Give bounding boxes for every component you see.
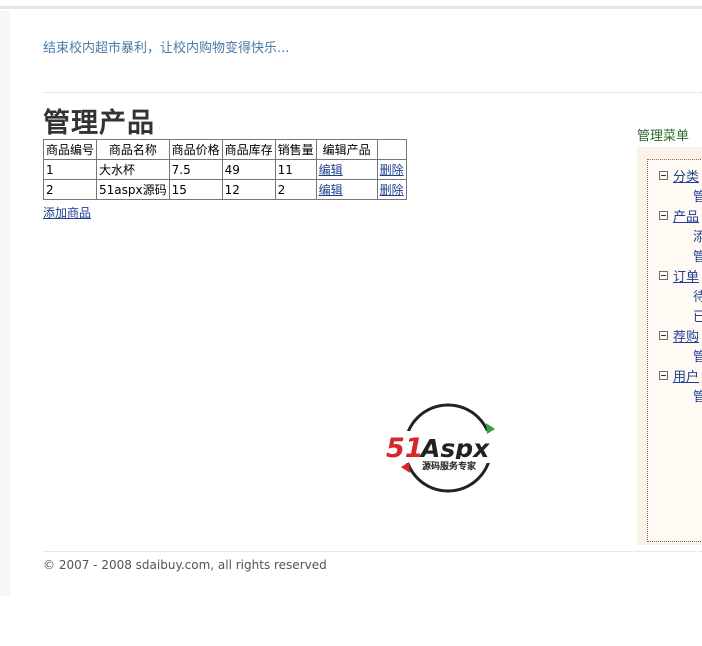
sidebar-group-label[interactable]: 分类 <box>673 170 699 185</box>
sidebar-group-user[interactable]: 用户 <box>659 366 699 385</box>
sidebar-group-order[interactable]: 订单 <box>659 266 699 285</box>
cell-id: 2 <box>42 179 98 200</box>
copyright: © 2007 - 2008 sdaibuy.com, all rights re… <box>43 558 327 572</box>
collapse-icon[interactable] <box>659 171 668 180</box>
cell-delete: 删除 <box>376 159 407 180</box>
col-header-price: 商品价格 <box>168 139 223 160</box>
edit-link[interactable]: 编辑 <box>319 163 343 177</box>
sidebar-item-recommend-manage[interactable]: 管 <box>693 346 702 365</box>
col-header-sales: 销售量 <box>274 139 317 160</box>
page-left-margin <box>0 11 10 596</box>
delete-link[interactable]: 删除 <box>380 163 404 177</box>
collapse-icon[interactable] <box>659 331 668 340</box>
sidebar-item-product-manage[interactable]: 管 <box>693 246 702 265</box>
cell-price: 7.5 <box>168 159 223 180</box>
cell-name: 51aspx源码 <box>96 179 170 200</box>
sidebar-item-product-add[interactable]: 添 <box>693 226 702 245</box>
delete-link[interactable]: 删除 <box>380 183 404 197</box>
logo-slogan: 源码服务专家 <box>422 460 477 472</box>
sidebar-item-order-pending[interactable]: 待 <box>693 286 702 305</box>
col-header-name: 商品名称 <box>96 139 170 160</box>
page-container <box>10 11 702 596</box>
table-row: 2 51aspx源码 15 12 2 编辑 删除 <box>42 179 407 200</box>
col-header-id: 商品编号 <box>42 139 98 160</box>
table-header-row: 商品编号 商品名称 商品价格 商品库存 销售量 编辑产品 <box>42 139 407 160</box>
edit-link[interactable]: 编辑 <box>319 183 343 197</box>
cell-edit: 编辑 <box>315 159 378 180</box>
cell-price: 15 <box>168 179 223 200</box>
add-product-link[interactable]: 添加商品 <box>43 204 91 221</box>
sidebar-group-label[interactable]: 订单 <box>673 270 699 285</box>
cell-sales: 2 <box>274 179 317 200</box>
cell-stock: 49 <box>221 159 276 180</box>
collapse-icon[interactable] <box>659 211 668 220</box>
sidebar-title: 管理菜单 <box>637 129 690 144</box>
products-table: 商品编号 商品名称 商品价格 商品库存 销售量 编辑产品 1 大水杯 7.5 4… <box>42 139 407 200</box>
sidebar-group-label[interactable]: 用户 <box>673 370 699 385</box>
cell-delete: 删除 <box>376 179 407 200</box>
cell-sales: 11 <box>274 159 317 180</box>
top-border <box>0 6 702 9</box>
51aspx-logo: 51 Aspx 源码服务专家 <box>383 403 515 493</box>
cell-stock: 12 <box>221 179 276 200</box>
sidebar-item-user-manage[interactable]: 管 <box>693 386 702 405</box>
sidebar-group-product[interactable]: 产品 <box>659 206 699 225</box>
logo-aspx: Aspx <box>419 434 490 463</box>
site-tagline: 结束校内超市暴利，让校内购物变得快乐... <box>43 41 290 56</box>
sidebar-item-category-manage[interactable]: 管 <box>693 186 702 205</box>
cell-id: 1 <box>42 159 98 180</box>
table-row: 1 大水杯 7.5 49 11 编辑 删除 <box>42 159 407 180</box>
sidebar-item-order-done[interactable]: 已 <box>693 306 702 325</box>
col-header-edit: 编辑产品 <box>315 139 378 160</box>
footer-divider <box>43 551 702 552</box>
sidebar-group-recommend[interactable]: 荐购 <box>659 326 699 345</box>
sidebar-group-label[interactable]: 产品 <box>673 210 699 225</box>
col-header-stock: 商品库存 <box>221 139 276 160</box>
cell-edit: 编辑 <box>315 179 378 200</box>
sidebar-group-label[interactable]: 荐购 <box>673 330 699 345</box>
collapse-icon[interactable] <box>659 271 668 280</box>
header-divider <box>43 92 702 93</box>
sidebar-group-category[interactable]: 分类 <box>659 166 699 185</box>
page-title: 管理产品 <box>43 108 155 139</box>
collapse-icon[interactable] <box>659 371 668 380</box>
col-header-delete <box>376 139 407 160</box>
cell-name: 大水杯 <box>96 159 170 180</box>
